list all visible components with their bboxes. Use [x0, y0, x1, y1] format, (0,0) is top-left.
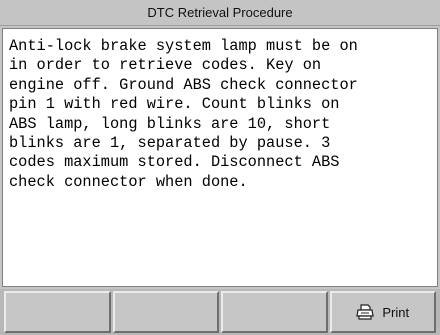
print-button-label: Print: [382, 304, 410, 320]
soft-key-1[interactable]: [4, 291, 111, 333]
procedure-window: DTC Retrieval Procedure Anti-lock brake …: [0, 0, 440, 335]
window-title: DTC Retrieval Procedure: [0, 0, 440, 26]
printer-icon: [356, 304, 375, 320]
print-button[interactable]: Print: [329, 291, 436, 333]
soft-key-2[interactable]: [112, 291, 219, 333]
soft-key-bar: Print: [0, 289, 440, 335]
procedure-text-panel[interactable]: Anti-lock brake system lamp must be on i…: [2, 28, 438, 287]
soft-key-3[interactable]: [221, 291, 328, 333]
procedure-text: Anti-lock brake system lamp must be on i…: [9, 37, 358, 191]
